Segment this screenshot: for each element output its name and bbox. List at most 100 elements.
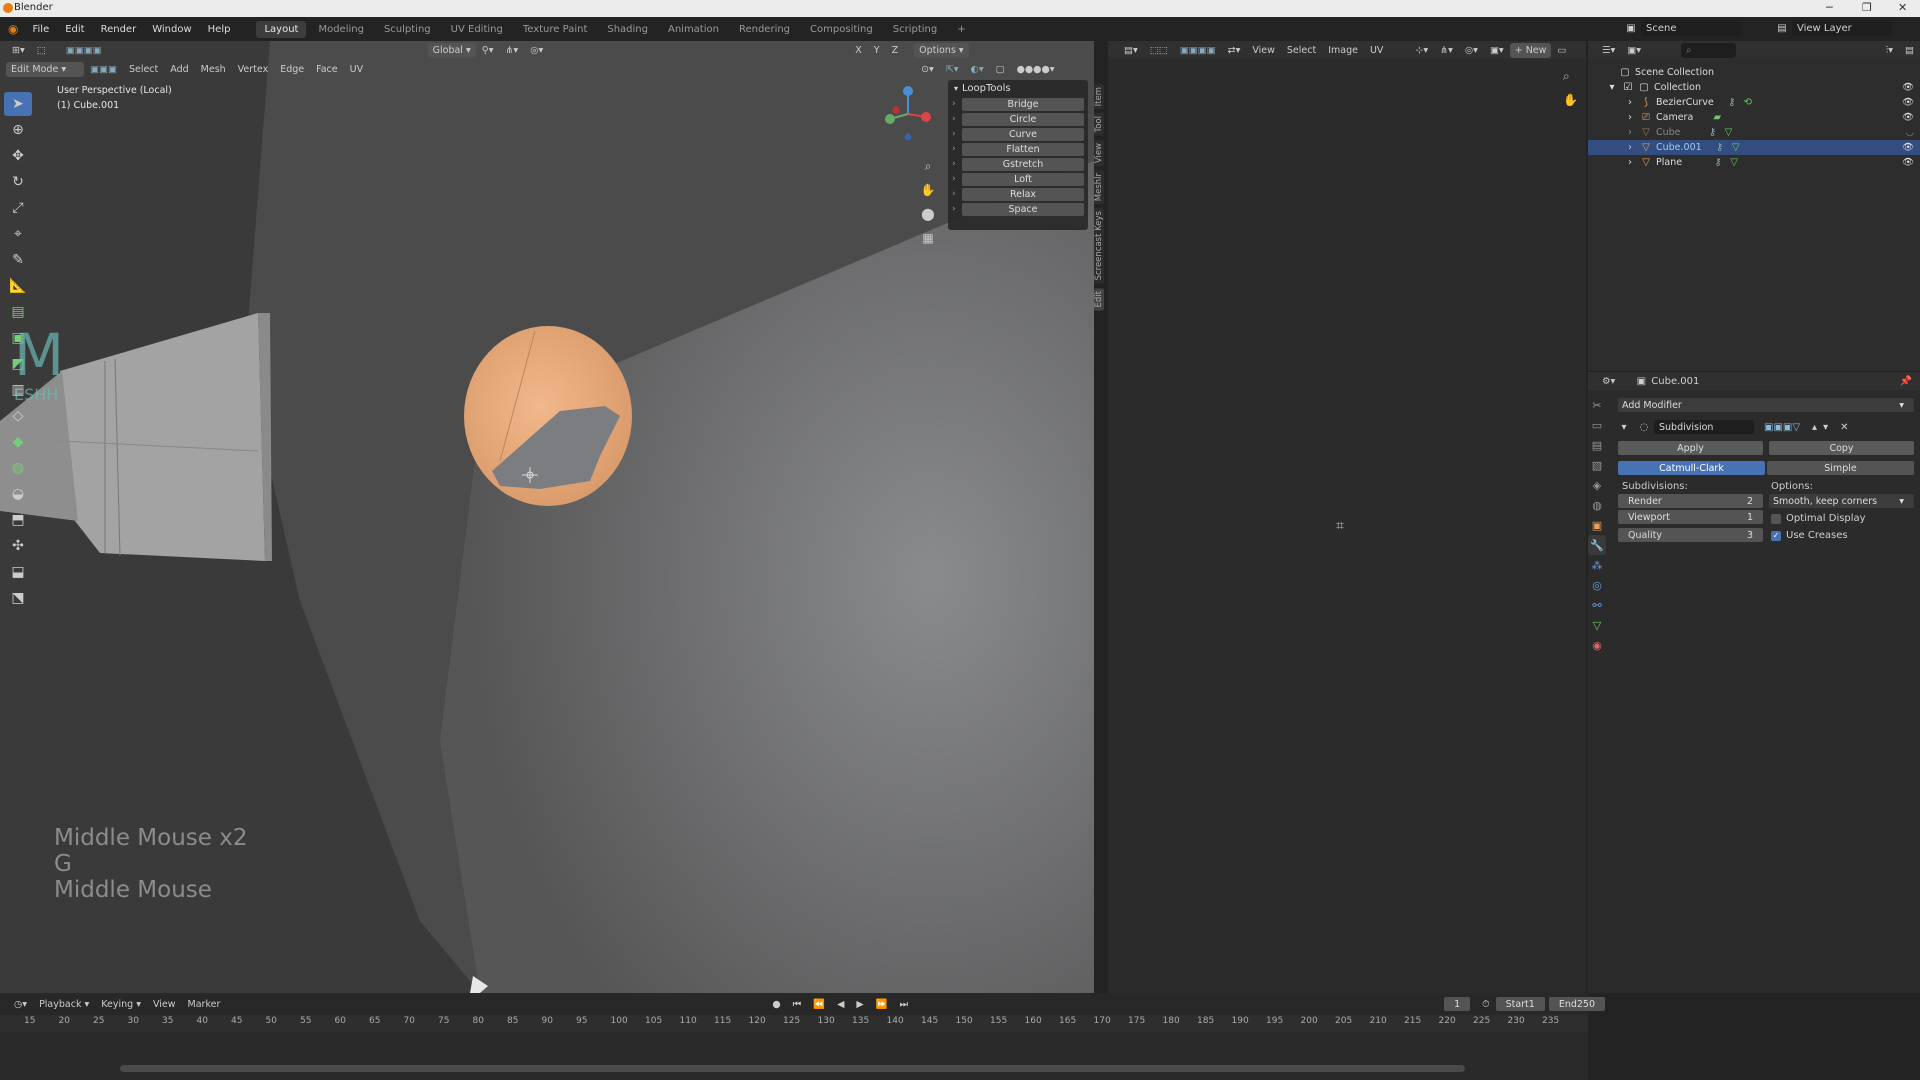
particles-tab-icon[interactable]: ⁂ [1588, 555, 1606, 575]
play-icon[interactable]: ▶ [850, 996, 869, 1012]
options-dropdown[interactable]: Options ▾ [914, 42, 969, 58]
ie-zoom-icon[interactable]: ⌕ [1563, 69, 1570, 84]
camera-view-icon[interactable]: ⬤ [918, 203, 938, 225]
mirror-y[interactable]: Y [868, 42, 886, 58]
render-levels-field[interactable]: Render 2 [1618, 494, 1763, 508]
select-mode-icons[interactable]: ▣▣▣▣ [60, 42, 108, 58]
mesh-data-icon[interactable]: ▽ [1723, 127, 1735, 139]
menu-help[interactable]: Help [200, 24, 239, 35]
tab-screencast-keys[interactable]: Screencast Keys [1094, 208, 1104, 284]
vp-menu-uv[interactable] [369, 61, 381, 77]
scene-selector[interactable]: ▣ Scene [1625, 21, 1741, 36]
tab-uv-editing[interactable]: UV Editing [443, 21, 511, 38]
ie-menu-uv[interactable]: UV [1364, 42, 1389, 58]
select-tool-icon[interactable]: ⬚ [31, 42, 52, 58]
outliner-type-icon[interactable]: ☰▾ [1596, 42, 1621, 58]
tab-scripting[interactable]: Scripting [885, 21, 945, 38]
collapse-icon[interactable]: ▾ [1618, 421, 1630, 433]
prev-key-icon[interactable]: ⏪ [807, 996, 831, 1012]
curve-data-icon[interactable]: ⟲ [1742, 97, 1754, 109]
expand-right-icon[interactable]: › [1624, 112, 1636, 124]
ie-open-icon[interactable]: ▭ [1551, 42, 1572, 58]
loop-cut-tool-icon[interactable]: ▥ [4, 378, 32, 402]
ie-tools-icon[interactable]: ⬚⬚ [1144, 42, 1174, 58]
vp-menu-mesh[interactable]: Vertex [232, 61, 275, 77]
space-button[interactable]: Space [962, 202, 1084, 216]
ie-snap-icon[interactable]: ⋔▾ [1434, 42, 1459, 58]
outliner-item-cube-001[interactable]: › ▽ Cube.001 ⚷ ▽ 👁 [1588, 140, 1920, 155]
uv-smooth-dropdown[interactable]: Smooth, keep corners ▾ [1769, 494, 1914, 508]
ie-browse-icon[interactable]: ▣▾ [1484, 42, 1510, 58]
material-tab-icon[interactable]: ◉ [1588, 635, 1606, 655]
visibility-eye-icon[interactable]: 👁 [1902, 157, 1914, 168]
tab-item[interactable]: Item [1094, 84, 1104, 110]
snap-icon[interactable]: ⋔▾ [499, 42, 524, 58]
mode-dropdown[interactable]: Edit Mode ▾ [6, 61, 84, 77]
camera-data-icon[interactable]: ▰ [1711, 112, 1723, 124]
extrude-tool-icon[interactable]: ▤ [4, 300, 32, 324]
chevron-right-icon[interactable]: › [952, 189, 962, 199]
modifier-name-field[interactable]: Subdivision [1654, 420, 1754, 434]
new-collection-icon[interactable]: ▤ [1899, 42, 1920, 58]
mirror-z[interactable]: Z [886, 42, 905, 58]
tl-menu-playback[interactable]: Playback ▾ [33, 996, 95, 1012]
smooth-tool-icon[interactable]: ◒ [4, 482, 32, 506]
optimal-display-checkbox[interactable] [1771, 513, 1781, 524]
tab-texture-paint[interactable]: Texture Paint [515, 21, 596, 38]
add-workspace-button[interactable]: + [949, 21, 973, 38]
quality-field[interactable]: Quality 3 [1618, 528, 1763, 542]
use-creases-row[interactable]: ✓ Use Creases [1769, 527, 1914, 544]
gizmo-y-icon[interactable] [885, 114, 895, 124]
tab-animation[interactable]: Animation [660, 21, 727, 38]
scale-tool-icon[interactable]: ⤢ [4, 196, 32, 220]
zoom-icon[interactable]: ⌕ [918, 155, 938, 177]
apply-button[interactable]: Apply [1618, 441, 1763, 455]
checkbox-icon[interactable]: ☑ [1622, 82, 1634, 94]
blender-menu-icon[interactable]: ◉ [8, 22, 18, 36]
data-tab-icon[interactable]: ▽ [1588, 615, 1606, 635]
rotate-tool-icon[interactable]: ↻ [4, 170, 32, 194]
record-icon[interactable]: ● [766, 996, 786, 1012]
modifier-icon[interactable]: ⚷ [1707, 127, 1719, 139]
move-down-icon[interactable]: ▾ [1823, 422, 1828, 433]
pan-hand-icon[interactable]: ✋ [918, 179, 938, 201]
menu-window[interactable]: Window [144, 24, 199, 35]
mirror-x[interactable]: X [849, 42, 868, 58]
play-reverse-icon[interactable]: ◀ [831, 996, 850, 1012]
annotate-tool-icon[interactable]: ✎ [4, 248, 32, 272]
vp-menu-edge[interactable]: Face [310, 61, 343, 77]
start-frame-field[interactable]: Start 1 [1495, 997, 1545, 1011]
outliner-item-plane[interactable]: › ▽ Plane ⚷ ▽ 👁 [1588, 155, 1920, 170]
jump-end-icon[interactable]: ⏭ [894, 996, 915, 1012]
visibility-eye-icon[interactable]: 👁 [1902, 97, 1914, 108]
circle-button[interactable]: Circle [962, 112, 1084, 126]
optimal-display-row[interactable]: Optimal Display [1769, 510, 1914, 527]
xray-icon[interactable]: ▢ [990, 61, 1011, 77]
spin-tool-icon[interactable]: ◍ [4, 456, 32, 480]
tab-shading[interactable]: Shading [599, 21, 656, 38]
visibility-eye-icon[interactable]: 👁 [1902, 82, 1914, 93]
tab-tool[interactable]: Tool [1094, 113, 1104, 136]
gizmo-z-icon[interactable] [903, 86, 913, 96]
remove-modifier-icon[interactable]: ✕ [1840, 422, 1848, 433]
catmull-clark-button[interactable]: Catmull-Clark [1618, 461, 1765, 475]
end-frame-field[interactable]: End 250 [1548, 997, 1606, 1011]
filter-icon[interactable]: ⫶▾ [1880, 42, 1899, 58]
timeline-track-area[interactable] [0, 1032, 1588, 1080]
tl-menu-view[interactable]: View [147, 996, 182, 1012]
timeline-editor-type-icon[interactable]: ◷▾ [8, 996, 33, 1012]
chevron-right-icon[interactable]: › [952, 99, 962, 109]
poly-build-tool-icon[interactable]: ◆ [4, 430, 32, 454]
image-editor[interactable]: ▤▾ ⬚⬚ ▣▣▣▣ ⇄▾ View Select Image UV ⊹▾ ⋔▾… [1108, 41, 1586, 993]
outliner-item-cube[interactable]: › ▽ Cube ⚷ ▽ ◡ [1588, 125, 1920, 140]
modifier-tab-icon[interactable]: 🔧 [1588, 535, 1606, 555]
loft-button[interactable]: Loft [962, 172, 1084, 186]
use-creases-checkbox[interactable]: ✓ [1771, 530, 1781, 541]
jump-start-icon[interactable]: ⏮ [787, 996, 808, 1012]
next-key-icon[interactable]: ⏩ [870, 996, 894, 1012]
constraints-tab-icon[interactable]: ⚯ [1588, 595, 1606, 615]
chevron-right-icon[interactable]: › [952, 174, 962, 184]
view-object-types-icon[interactable]: ⊙▾ [915, 61, 940, 77]
3d-viewport[interactable]: User Perspective (Local) (1) Cube.001 M … [0, 41, 1094, 993]
scene-name[interactable]: Scene [1641, 21, 1741, 36]
